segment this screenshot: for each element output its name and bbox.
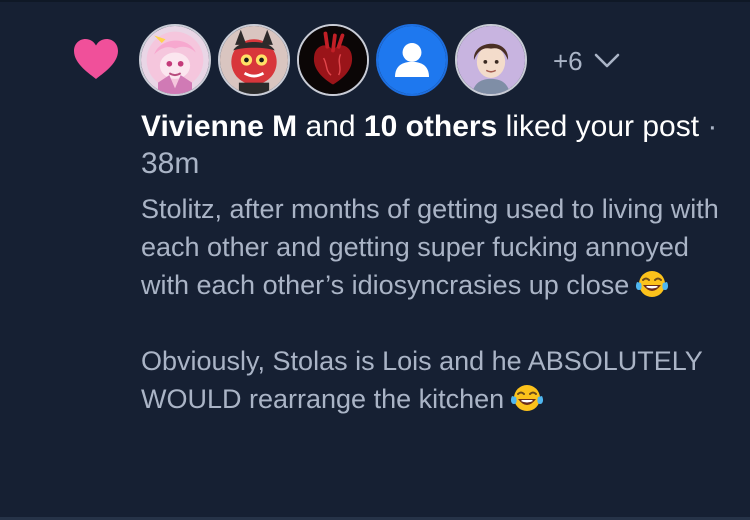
pink-cartoon-avatar[interactable] xyxy=(139,24,211,96)
headline-connector: and xyxy=(297,110,364,143)
others-count[interactable]: 10 others xyxy=(364,110,497,143)
brown-hair-cartoon-avatar[interactable] xyxy=(455,24,527,96)
notification-card[interactable]: +6 Vivienne M and 10 others liked your p… xyxy=(0,0,750,520)
anatomical-heart-avatar[interactable] xyxy=(297,24,369,96)
post-paragraph-text: Obviously, Stolas is Lois and he ABSOLUT… xyxy=(141,346,703,414)
liker-avatars xyxy=(139,23,534,97)
chevron-down-icon xyxy=(594,53,619,68)
post-paragraph: Stolitz, after months of getting used to… xyxy=(141,190,731,304)
headline-action: liked your post xyxy=(497,110,700,143)
more-likers-toggle[interactable]: +6 xyxy=(553,44,621,78)
post-paragraph-text: Stolitz, after months of getting used to… xyxy=(141,194,719,300)
time-separator: · xyxy=(699,110,718,143)
post-excerpt[interactable]: Stolitz, after months of getting used to… xyxy=(141,190,731,418)
notification-headline: Vivienne M and 10 others liked your post… xyxy=(141,108,731,182)
default-user-avatar[interactable] xyxy=(376,24,448,96)
red-demon-avatar[interactable] xyxy=(218,24,290,96)
post-paragraph: Obviously, Stolas is Lois and he ABSOLUT… xyxy=(141,342,731,418)
more-likers-count: +6 xyxy=(553,45,583,76)
laughing-tears-emoji-icon xyxy=(636,271,669,297)
laughing-tears-emoji-icon xyxy=(511,385,544,411)
timestamp: 38m xyxy=(141,147,200,180)
heart-icon xyxy=(74,39,118,79)
top-divider xyxy=(0,0,750,2)
actor-name[interactable]: Vivienne M xyxy=(141,110,297,143)
